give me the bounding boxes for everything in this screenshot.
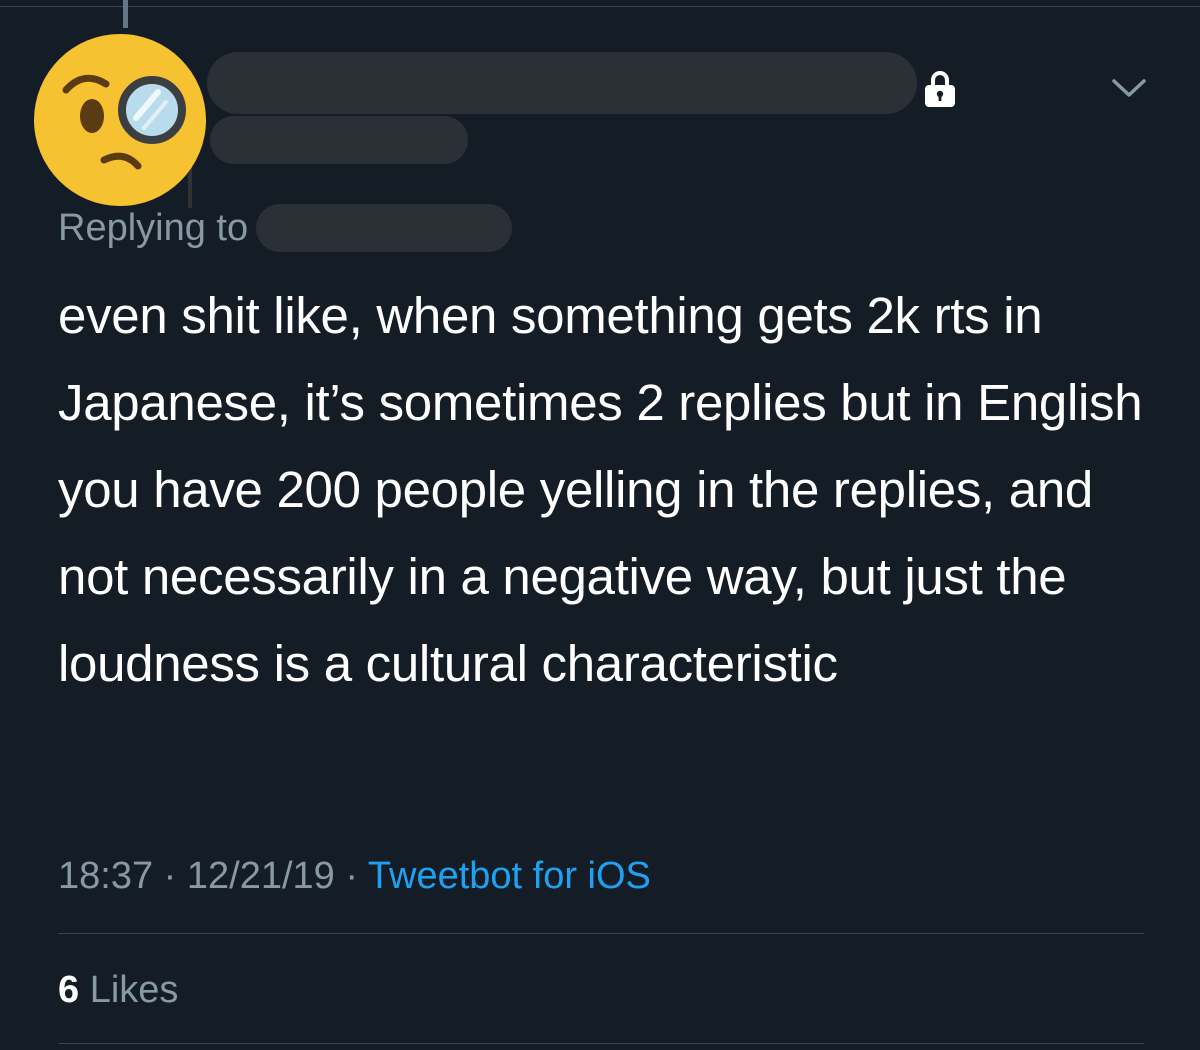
meta-separator: ·: [345, 855, 359, 897]
tweet-metadata: 18:37 · 12/21/19 · Tweetbot for iOS: [58, 852, 651, 900]
likes-label: Likes: [89, 969, 179, 1011]
tweet-time: 18:37: [58, 855, 154, 897]
chevron-down-icon[interactable]: [1110, 76, 1148, 100]
face-with-monocle-icon: [34, 34, 206, 208]
stats-divider: [58, 933, 1144, 934]
likes-stat[interactable]: 6 Likes: [58, 966, 178, 1014]
thread-connector-line: [123, 0, 128, 28]
replying-to-label: Replying to: [58, 206, 249, 249]
top-divider: [0, 6, 1200, 7]
replying-to-row: Replying to: [58, 202, 513, 254]
tweet-date: 12/21/19: [186, 855, 335, 897]
lock-icon: [920, 68, 960, 108]
display-name-redacted: [207, 52, 917, 114]
bottom-divider: [58, 1043, 1144, 1044]
meta-separator: ·: [163, 855, 177, 897]
likes-count: 6: [58, 969, 80, 1011]
replying-to-handle-redacted[interactable]: [256, 204, 513, 252]
username-redacted: [210, 116, 468, 164]
tweet-text: even shit like, when something gets 2k r…: [58, 287, 1143, 692]
client-link[interactable]: Tweetbot for iOS: [368, 855, 651, 897]
avatar[interactable]: [32, 32, 208, 208]
